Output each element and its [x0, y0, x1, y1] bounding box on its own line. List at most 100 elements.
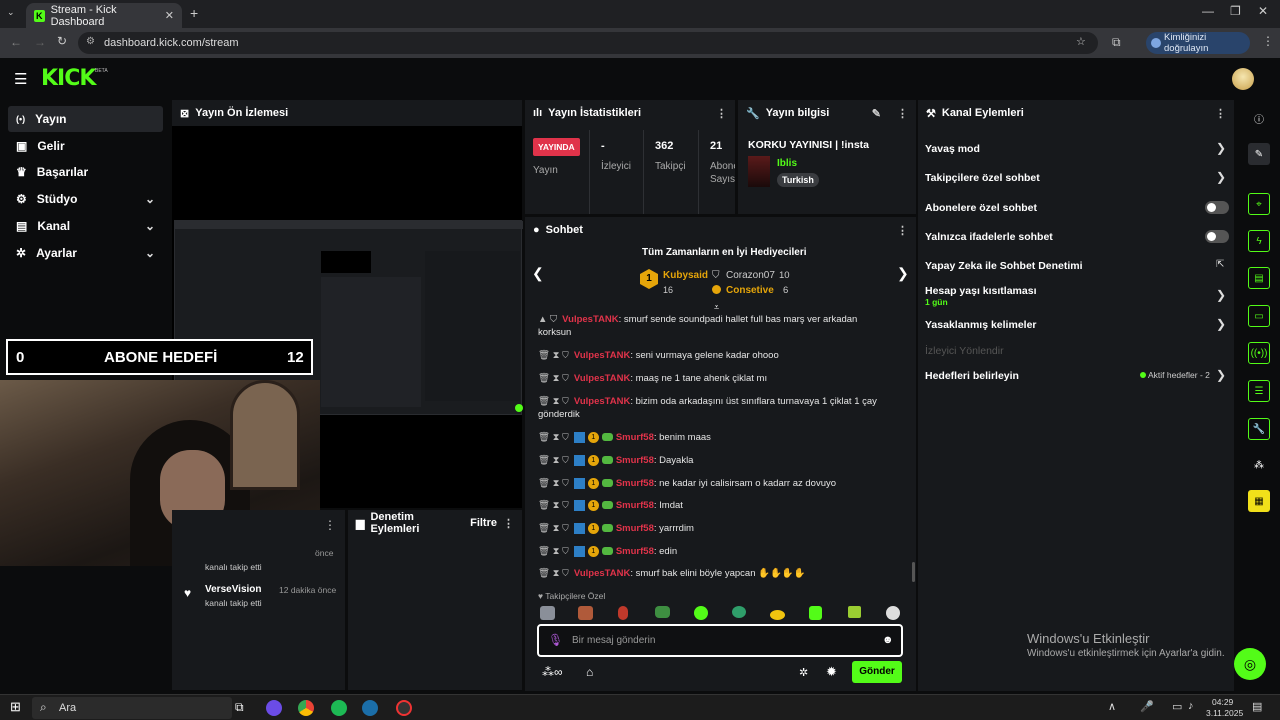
sidebar-item-basarilar[interactable]: ♛ Başarılar: [8, 159, 163, 185]
gifter-name[interactable]: Consetive: [726, 285, 774, 296]
ai-moderation-option[interactable]: Yapay Zeka ile Sohbet Denetimi: [925, 260, 1083, 272]
layout-icon[interactable]: ☰: [1248, 380, 1270, 402]
category-link[interactable]: Iblis: [777, 158, 797, 169]
mod-tools-icon[interactable]: ✹: [826, 664, 837, 680]
volume-icon[interactable]: ♪: [1188, 700, 1194, 712]
support-headset-icon[interactable]: ◎: [1234, 648, 1266, 680]
chat-input[interactable]: 🎙 Bir mesaj gönderin ☻: [537, 624, 903, 657]
banned-words-option[interactable]: Yasaklanmış kelimeler: [925, 319, 1037, 331]
chat-message[interactable]: 🗑 ⧗ ⛉ VulpesTANK: seni vurmaya gelene kad…: [538, 349, 908, 362]
clipboard-icon[interactable]: ▤: [1248, 267, 1270, 289]
chrome-icon[interactable]: [298, 700, 314, 716]
emote[interactable]: [578, 606, 593, 620]
focus-icon[interactable]: ⌖: [1248, 193, 1270, 215]
chat-scrollbar[interactable]: [912, 562, 915, 582]
community-icon[interactable]: ⁂∞: [542, 665, 563, 679]
notifications-icon[interactable]: ▤: [1252, 700, 1262, 713]
chevron-right-icon[interactable]: ❯: [1216, 368, 1226, 382]
edit-layout-icon[interactable]: ✎: [1248, 143, 1270, 165]
chat-username[interactable]: Smurf58: [616, 432, 654, 443]
chat-message[interactable]: 🗑 ⧗ ⛉ 1 Smurf58: benim maas: [538, 431, 908, 444]
emote[interactable]: [694, 606, 708, 620]
chevron-right-icon[interactable]: ❯: [897, 265, 909, 282]
category-thumbnail[interactable]: [748, 156, 770, 187]
bookmark-star-icon[interactable]: ☆: [1076, 35, 1086, 48]
broadcast-signal-icon[interactable]: ((•)): [1248, 342, 1270, 364]
account-age-option[interactable]: Hesap yaşı kısıtlaması: [925, 285, 1037, 297]
taskbar-search[interactable]: ⌕ Ara: [32, 697, 232, 719]
extensions-icon[interactable]: ⧉: [1112, 35, 1121, 50]
maximize-icon[interactable]: ❐: [1230, 4, 1241, 18]
moderation-menu-icon[interactable]: ⋮: [503, 517, 514, 530]
filter-button[interactable]: Filtre: [470, 517, 497, 529]
store-icon[interactable]: ⌂: [586, 665, 593, 679]
event-user[interactable]: VerseVision: [205, 584, 262, 595]
chat-username[interactable]: Smurf58: [616, 500, 654, 511]
task-view-icon[interactable]: ⧉: [235, 700, 244, 715]
microphone-icon[interactable]: 🎙: [548, 633, 563, 647]
emote[interactable]: [618, 606, 628, 620]
sidebar-item-kanal[interactable]: ▤ Kanal ⌄: [8, 213, 163, 239]
discord-icon[interactable]: [266, 700, 282, 716]
top-gifter-name[interactable]: Kubysaid: [663, 270, 708, 281]
chevron-right-icon[interactable]: ❯: [1216, 288, 1226, 302]
send-button[interactable]: Gönder: [852, 661, 902, 683]
network-icon[interactable]: ▭: [1172, 700, 1182, 713]
verify-identity-button[interactable]: Kimliğinizi doğrulayın: [1146, 32, 1250, 54]
chat-message[interactable]: 🗑 ⧗ ⛉ 1 Smurf58: yarrrdim: [538, 522, 908, 535]
avatar[interactable]: [1232, 68, 1254, 90]
emote[interactable]: [655, 606, 670, 618]
chat-username[interactable]: VulpesTANK: [574, 568, 630, 579]
sidebar-item-gelir[interactable]: ▣ Gelir: [8, 133, 163, 159]
obs-icon[interactable]: [396, 700, 412, 716]
tools-icon[interactable]: 🔧: [1248, 418, 1270, 440]
events-menu-icon[interactable]: ⋮: [324, 518, 336, 532]
community-dots-icon[interactable]: ⁂: [1248, 454, 1270, 476]
chat-username[interactable]: VulpesTANK: [562, 314, 618, 325]
chevron-right-icon[interactable]: ❯: [1216, 317, 1226, 331]
external-link-icon[interactable]: ⇱: [1216, 259, 1224, 270]
new-tab-icon[interactable]: +: [190, 5, 198, 21]
chat-message[interactable]: 🗑 ⧗ ⛉ VulpesTANK: bizim oda arkadaşını üs…: [538, 395, 908, 421]
info-icon[interactable]: ⓘ: [1248, 107, 1270, 129]
chat-message[interactable]: 🗑 ⧗ ⛉ 1 Smurf58: edin: [538, 545, 908, 558]
back-icon[interactable]: ←: [10, 35, 22, 49]
chevron-left-icon[interactable]: ❮: [532, 265, 544, 282]
tab-search-icon[interactable]: ⌄: [7, 7, 15, 18]
sidebar-item-yayin[interactable]: (•) Yayın: [8, 106, 163, 132]
chat-username[interactable]: VulpesTANK: [574, 373, 630, 384]
followers-only-option[interactable]: Takipçilere özel sohbet: [925, 172, 1040, 184]
emote[interactable]: [770, 610, 785, 620]
info-menu-icon[interactable]: ⋮: [897, 107, 908, 120]
chat-menu-icon[interactable]: ⋮: [897, 224, 908, 237]
microphone-tray-icon[interactable]: 🎤: [1140, 700, 1154, 713]
chevron-right-icon[interactable]: ❯: [1216, 141, 1226, 155]
chat-message[interactable]: 🗑 ⧗ ⛉ 1 Smurf58: ne kadar iyi calisirsam o…: [538, 477, 908, 490]
sidebar-item-studyo[interactable]: ⚙ Stüdyo ⌄: [8, 186, 163, 212]
tray-chevron-icon[interactable]: ∧: [1108, 700, 1116, 713]
steam-icon[interactable]: [362, 700, 378, 716]
browser-menu-icon[interactable]: ⋮: [1262, 34, 1274, 48]
chat-message[interactable]: 🗑 ⧗ ⛉ VulpesTANK: smurf bak elini böyle y…: [538, 567, 908, 580]
reload-icon[interactable]: ↻: [57, 34, 67, 48]
channel-actions-menu-icon[interactable]: ⋮: [1215, 107, 1226, 120]
emotes-only-toggle[interactable]: [1205, 230, 1229, 243]
tab-close-icon[interactable]: ✕: [165, 9, 174, 22]
chat-username[interactable]: VulpesTANK: [574, 350, 630, 361]
edit-pencil-icon[interactable]: ✎: [872, 107, 881, 120]
chat-message[interactable]: 🗑 ⧗ ⛉ 1 Smurf58: Dayakla: [538, 454, 908, 467]
chat-username[interactable]: Smurf58: [616, 546, 654, 557]
emoji-picker-icon[interactable]: ☻: [882, 634, 894, 646]
stats-menu-icon[interactable]: ⋮: [716, 107, 727, 120]
emote[interactable]: [809, 606, 822, 620]
hamburger-menu-icon[interactable]: ☰: [14, 70, 27, 88]
clapperboard-icon[interactable]: ▦: [1248, 490, 1270, 512]
browser-tab[interactable]: K Stream - Kick Dashboard ✕: [26, 3, 182, 28]
spotify-icon[interactable]: [331, 700, 347, 716]
site-info-icon[interactable]: ⚙: [86, 36, 95, 47]
chat-message[interactable]: 🗑 ⧗ ⛉ 1 Smurf58: Imdat: [538, 499, 908, 512]
gifter-name[interactable]: Corazon07: [726, 270, 775, 281]
emote[interactable]: [848, 606, 861, 618]
url-field[interactable]: ⚙ dashboard.kick.com/stream ☆: [78, 32, 1098, 54]
chevron-right-icon[interactable]: ❯: [1216, 170, 1226, 184]
